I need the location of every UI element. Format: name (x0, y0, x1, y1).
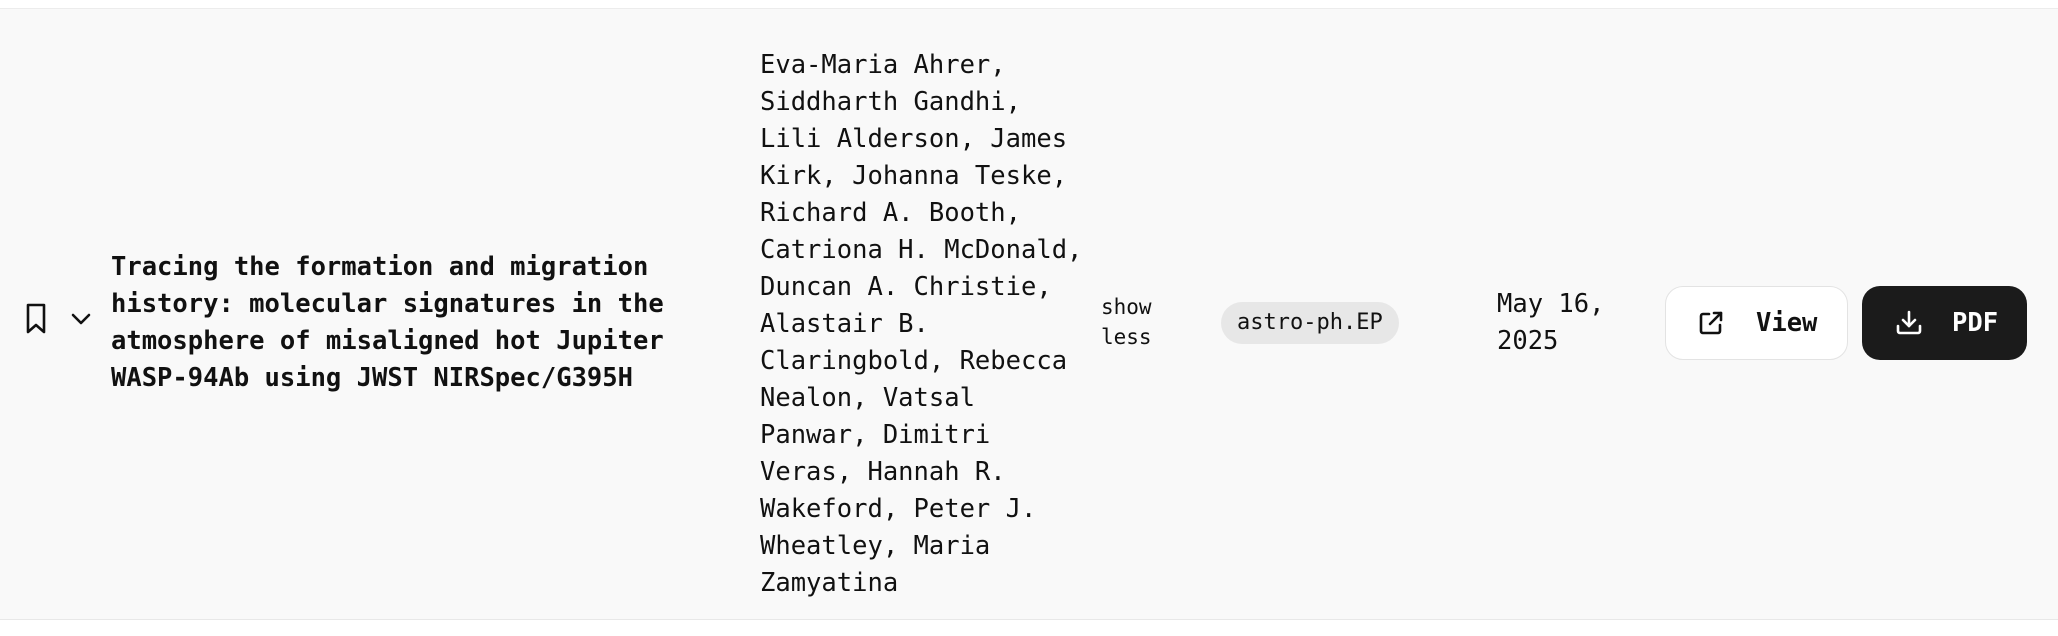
bookmark-icon[interactable] (22, 302, 50, 336)
paper-title: Tracing the formation and migration hist… (111, 252, 664, 393)
publication-date: May 16, 2025 (1497, 289, 1605, 356)
view-button[interactable]: View (1665, 286, 1848, 360)
paper-row: Tracing the formation and migration hist… (0, 8, 2058, 620)
external-link-icon (1696, 308, 1726, 338)
author-list: Eva-Maria Ahrer, Siddharth Gandhi, Lili … (760, 50, 1083, 598)
chevron-down-icon[interactable] (68, 309, 94, 329)
pdf-download-button[interactable]: PDF (1862, 286, 2027, 360)
pdf-button-label: PDF (1952, 308, 1999, 338)
show-less-toggle[interactable]: show less (1101, 292, 1171, 352)
download-icon (1894, 308, 1924, 338)
category-badge: astro-ph.EP (1221, 302, 1399, 344)
view-button-label: View (1756, 308, 1818, 338)
